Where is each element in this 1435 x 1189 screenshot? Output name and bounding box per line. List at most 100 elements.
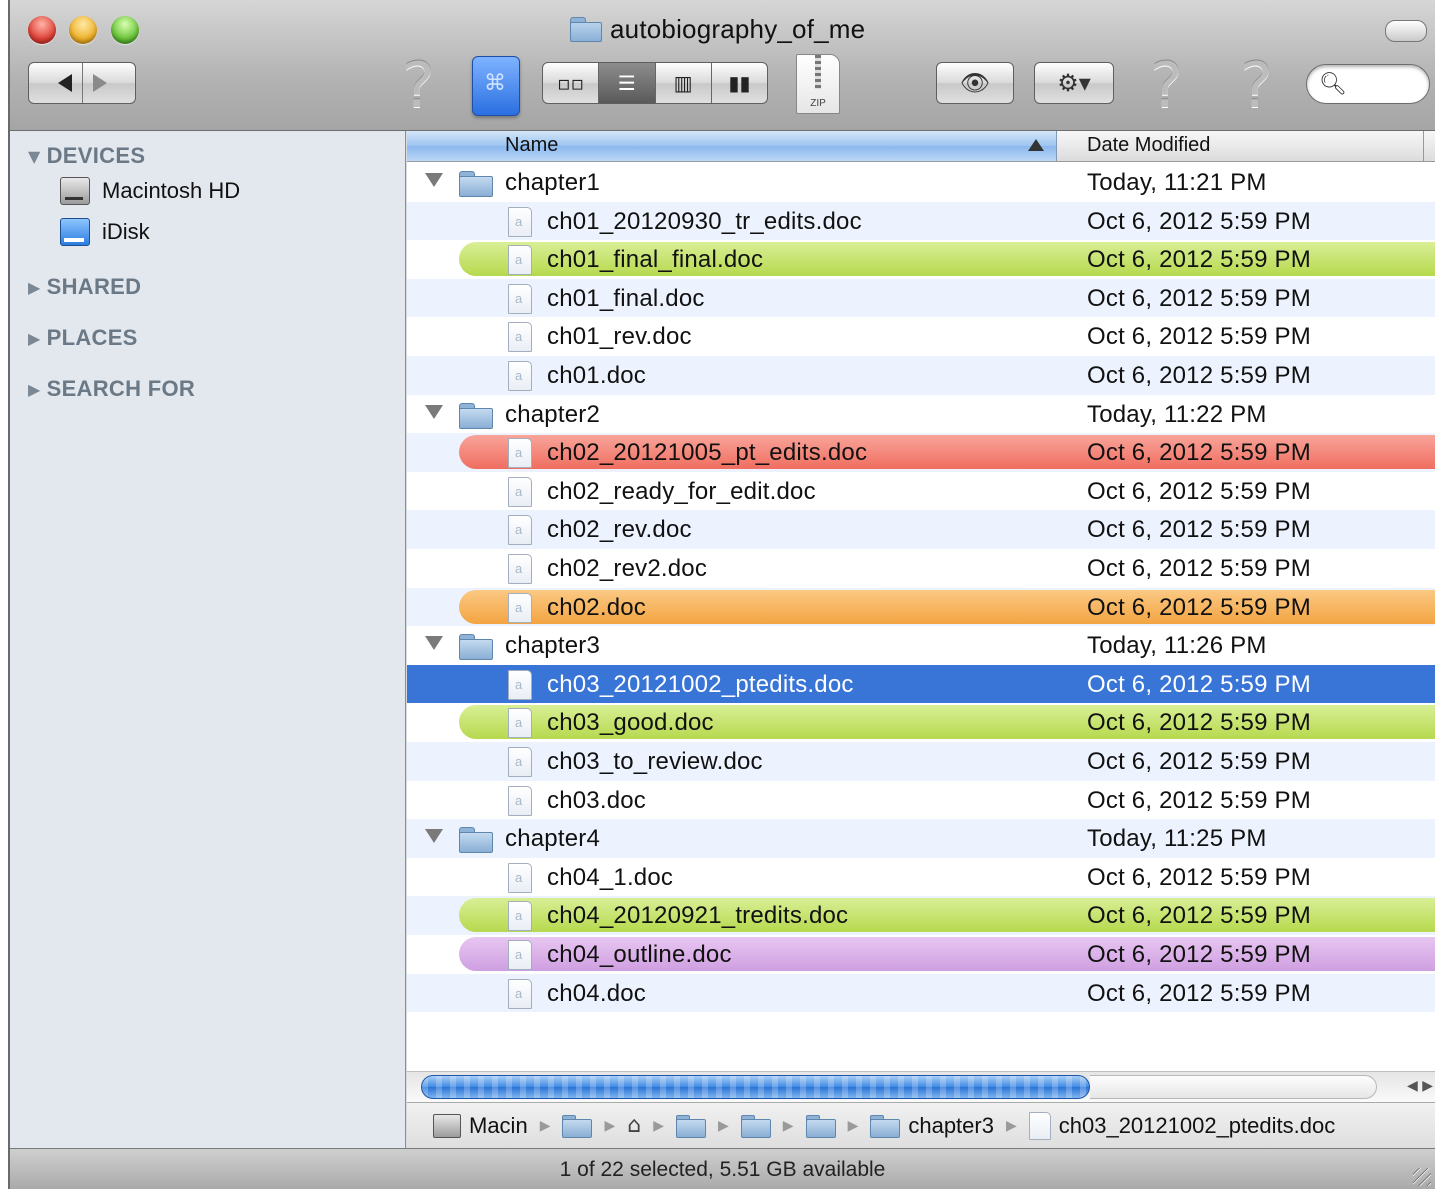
date-modified: Oct 6, 2012 5:59 PM — [1087, 709, 1311, 737]
file-name: ch04_1.doc — [547, 863, 674, 891]
sidebar-section-search-for[interactable]: ▶ SEARCH FOR — [28, 376, 195, 402]
file-row[interactable]: ch01_final.doc Oct 6, 2012 5:59 PM — [407, 278, 1435, 318]
file-row[interactable]: ch01_rev.doc Oct 6, 2012 5:59 PM — [407, 317, 1435, 356]
document-icon — [1028, 1111, 1051, 1140]
path-item-folder[interactable] — [740, 1114, 771, 1138]
date-modified: Oct 6, 2012 5:59 PM — [1087, 555, 1311, 582]
date-modified: Today, 11:21 PM — [1087, 169, 1267, 196]
disclosure-triangle-icon[interactable] — [425, 829, 443, 844]
date-modified: Today, 11:25 PM — [1087, 825, 1267, 853]
name-column-header[interactable]: Name — [407, 131, 1057, 161]
horizontal-scrollbar[interactable]: ◀ ▶ — [407, 1071, 1435, 1102]
icon-view-icon[interactable]: ▫▫ — [543, 63, 600, 103]
disclosure-triangle-icon[interactable] — [425, 173, 443, 187]
path-item-home[interactable]: ⌂ — [627, 1113, 641, 1138]
application-icon[interactable] — [472, 56, 520, 116]
folder-row[interactable]: chapter1 Today, 11:21 PM — [407, 163, 1435, 202]
file-name: chapter2 — [505, 400, 600, 428]
folder-icon — [459, 634, 493, 661]
folder-row[interactable]: chapter4 Today, 11:25 PM — [407, 819, 1435, 858]
date-modified: Oct 6, 2012 5:59 PM — [1087, 439, 1311, 467]
action-menu-button[interactable]: ⚙▾ — [1034, 62, 1114, 104]
file-row[interactable]: ch03_20121002_ptedits.doc Oct 6, 2012 5:5… — [407, 664, 1435, 704]
document-icon — [508, 669, 532, 700]
path-item-folder[interactable] — [805, 1114, 836, 1138]
date-modified: Oct 6, 2012 5:59 PM — [1087, 207, 1311, 235]
missing-item-icon[interactable]: ? — [1150, 55, 1183, 117]
idisk-icon — [60, 218, 90, 246]
toolbar-toggle-button[interactable] — [1385, 20, 1427, 42]
list-view-icon[interactable]: ☰ — [599, 63, 656, 103]
file-name: ch03_to_review.doc — [547, 748, 763, 775]
missing-item-icon[interactable]: ? — [1240, 55, 1273, 117]
disclosure-closed-icon: ▶ — [28, 328, 41, 348]
zoom-button[interactable] — [111, 16, 139, 44]
folder-row[interactable]: chapter3 Today, 11:26 PM — [407, 626, 1435, 665]
disclosure-closed-icon: ▶ — [28, 277, 41, 297]
file-name: ch02_ready_for_edit.doc — [547, 477, 816, 505]
folder-icon — [562, 1114, 593, 1138]
file-row[interactable]: ch03.doc Oct 6, 2012 5:59 PM — [407, 781, 1435, 820]
file-name: ch01.doc — [547, 362, 647, 389]
file-row[interactable]: ch02_20121005_pt_edits.doc Oct 6, 2012 5:… — [407, 433, 1435, 472]
quick-look-button[interactable]: 👁 — [936, 62, 1014, 104]
document-icon — [508, 515, 532, 546]
date-modified: Oct 6, 2012 5:59 PM — [1087, 246, 1311, 274]
forward-arrow-icon[interactable] — [92, 74, 107, 92]
sidebar-item-idisk[interactable]: iDisk — [60, 218, 150, 246]
minimize-button[interactable] — [69, 16, 97, 44]
status-bar: 1 of 22 selected, 5.51 GB available — [10, 1148, 1435, 1189]
path-item-file[interactable]: ch03_20121002_ptedits.doc — [1028, 1111, 1335, 1140]
sidebar-section-devices[interactable]: ▼ DEVICES — [28, 143, 145, 169]
file-row[interactable]: ch02_rev2.doc Oct 6, 2012 5:59 PM — [407, 549, 1435, 588]
scroll-arrows-icon[interactable]: ◀ ▶ — [1407, 1078, 1433, 1094]
document-icon — [508, 785, 532, 816]
sidebar-section-places[interactable]: ▶ PLACES — [28, 325, 138, 351]
path-item-users[interactable] — [562, 1114, 593, 1138]
disclosure-triangle-icon[interactable] — [425, 636, 443, 651]
disclosure-triangle-icon[interactable] — [425, 404, 443, 419]
file-row[interactable]: ch04.doc Oct 6, 2012 5:59 PM — [407, 973, 1435, 1013]
path-item-drive[interactable]: Macin — [433, 1113, 528, 1139]
close-button[interactable] — [28, 16, 56, 44]
date-modified: Oct 6, 2012 5:59 PM — [1087, 516, 1311, 544]
file-row[interactable]: ch02_ready_for_edit.doc Oct 6, 2012 5:59 … — [407, 472, 1435, 511]
file-row[interactable]: ch03_good.doc Oct 6, 2012 5:59 PM — [407, 703, 1435, 742]
folder-row[interactable]: chapter2 Today, 11:22 PM — [407, 395, 1435, 434]
sidebar-item-macintosh-hd[interactable]: Macintosh HD — [60, 177, 240, 205]
missing-item-icon[interactable]: ? — [402, 55, 435, 117]
path-item-chapter3[interactable]: chapter3 — [870, 1113, 994, 1139]
file-row[interactable]: ch01_final_final.doc Oct 6, 2012 5:59 PM — [407, 240, 1435, 279]
scrollbar-thumb[interactable] — [421, 1075, 1090, 1099]
zip-archive-icon[interactable]: ZIP — [796, 54, 840, 114]
file-row[interactable]: ch01.doc Oct 6, 2012 5:59 PM — [407, 356, 1435, 395]
column-view-icon[interactable]: ▥ — [656, 63, 712, 103]
resize-grip-icon[interactable] — [1413, 1168, 1431, 1186]
file-row[interactable]: ch02_rev.doc Oct 6, 2012 5:59 PM — [407, 510, 1435, 549]
cover-flow-icon[interactable]: ▮▮ — [712, 63, 767, 103]
document-icon — [508, 554, 532, 584]
file-row[interactable]: ch04_1.doc Oct 6, 2012 5:59 PM — [407, 858, 1435, 897]
back-arrow-icon[interactable] — [57, 74, 72, 92]
file-row[interactable]: ch03_to_review.doc Oct 6, 2012 5:59 PM — [407, 742, 1435, 781]
file-name: ch04_20120921_tredits.doc — [547, 902, 849, 930]
date-modified-column-header[interactable]: Date Modified — [1087, 134, 1210, 157]
document-icon — [508, 940, 532, 970]
document-icon — [508, 361, 532, 391]
sidebar-section-shared[interactable]: ▶ SHARED — [28, 274, 141, 300]
file-row[interactable]: ch04_outline.doc Oct 6, 2012 5:59 PM — [407, 935, 1435, 974]
file-row[interactable]: ch01_20120930_tr_edits.doc Oct 6, 2012 5:… — [407, 201, 1435, 241]
document-icon — [508, 862, 532, 893]
path-item-documents[interactable] — [676, 1114, 706, 1138]
document-icon — [508, 476, 532, 507]
file-row[interactable]: ch02.doc Oct 6, 2012 5:59 PM — [407, 587, 1435, 627]
file-row[interactable]: ch04_20120921_tredits.doc Oct 6, 2012 5:5… — [407, 896, 1435, 935]
date-modified: Oct 6, 2012 5:59 PM — [1087, 284, 1311, 312]
date-modified: Oct 6, 2012 5:59 PM — [1087, 863, 1311, 891]
date-modified: Oct 6, 2012 5:59 PM — [1087, 941, 1311, 968]
date-modified: Oct 6, 2012 5:59 PM — [1087, 362, 1311, 389]
date-modified: Oct 6, 2012 5:59 PM — [1087, 748, 1311, 775]
date-modified: Today, 11:22 PM — [1087, 400, 1267, 428]
file-name: ch03.doc — [547, 786, 647, 814]
search-field[interactable]: 🔍︎ — [1306, 64, 1430, 104]
